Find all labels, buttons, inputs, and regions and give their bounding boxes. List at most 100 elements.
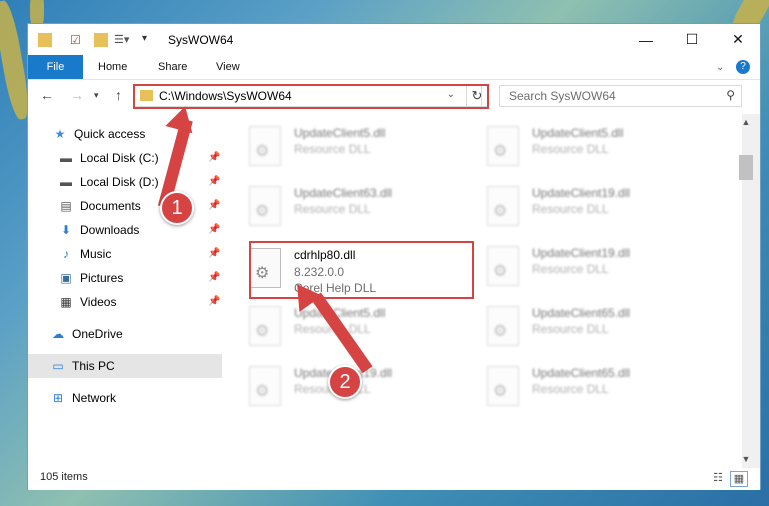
scroll-up-icon[interactable]: ▲ — [739, 117, 753, 127]
file-item[interactable]: ⚙ UpdateClient65.dll Resource DLL — [482, 360, 712, 416]
nav-label: Music — [80, 247, 112, 261]
nav-label: Pictures — [80, 271, 124, 285]
window-title: SysWOW64 — [168, 33, 234, 47]
video-icon: ▦ — [60, 295, 72, 309]
file-item[interactable]: ⚙ UpdateClient65.dll Resource DLL — [482, 300, 712, 356]
picture-icon: ▣ — [60, 271, 72, 285]
nav-label: Downloads — [80, 223, 140, 237]
nav-label: Network — [72, 391, 117, 405]
file-item[interactable]: ⚙ UpdateClient5.dll Resource DLL — [244, 120, 474, 176]
nav-label: Videos — [80, 295, 117, 309]
step-badge-1: 1 — [160, 191, 194, 225]
nav-label: Documents — [80, 199, 141, 213]
address-row: ← → ▾ ↑ C:\Windows\SysWOW64 ⌄ ↻ Search S… — [28, 79, 760, 114]
pin-icon[interactable]: 📌 — [208, 248, 220, 259]
dll-file-icon: ⚙ — [249, 186, 281, 226]
file-name: UpdateClient19.dll — [532, 246, 631, 260]
forward-button[interactable]: → — [70, 87, 84, 103]
nav-music[interactable]: ♪ Music — [58, 243, 111, 265]
explorer-window: ☑ ☰▾ ▾ SysWOW64 — ☐ ✕ File Home Share Vi… — [27, 23, 761, 490]
address-highlight — [133, 84, 489, 109]
tab-home[interactable]: Home — [98, 55, 127, 79]
pin-icon[interactable]: 📌 — [208, 200, 220, 211]
nav-downloads[interactable]: ⬇ Downloads — [58, 219, 139, 241]
file-name: UpdateClient65.dll — [532, 366, 631, 380]
properties-icon[interactable]: ☑ — [70, 33, 81, 47]
file-item[interactable]: ⚙ UpdateClient19.dll Resource DLL — [482, 240, 712, 296]
nav-label: OneDrive — [72, 327, 123, 341]
nav-this-pc[interactable]: ▭ This PC — [50, 355, 115, 377]
pin-icon[interactable]: 📌 — [208, 272, 220, 283]
drive-icon: ▬ — [60, 151, 72, 165]
search-icon: ⚲ — [726, 88, 735, 102]
document-icon: ▤ — [60, 199, 72, 213]
ribbon-tabs: File Home Share View ⌄ ? — [28, 55, 760, 80]
navigation-pane: ★ Quick access ▬ Local Disk (C:) 📌 ▬ Loc… — [28, 114, 222, 468]
customize-qat-icon[interactable]: ☰▾ — [114, 33, 129, 47]
file-name: UpdateClient5.dll — [532, 126, 624, 140]
qat-dropdown-icon[interactable]: ▾ — [142, 33, 147, 47]
file-description: Resource DLL — [532, 142, 609, 156]
dll-file-icon: ⚙ — [249, 366, 281, 406]
back-button[interactable]: ← — [40, 87, 54, 103]
file-item[interactable]: ⚙ UpdateClient63.dll Resource DLL — [244, 180, 474, 236]
dll-file-icon: ⚙ — [249, 126, 281, 166]
nav-local-disk-d[interactable]: ▬ Local Disk (D:) — [58, 171, 159, 193]
star-icon: ★ — [54, 127, 66, 141]
item-count: 105 items — [40, 471, 88, 483]
pin-icon[interactable]: 📌 — [208, 296, 220, 307]
tiles-view-icon[interactable]: ▦ — [730, 471, 748, 487]
nav-network[interactable]: ⊞ Network — [50, 387, 116, 409]
dll-file-icon: ⚙ — [487, 126, 519, 166]
nav-label: Local Disk (C:) — [80, 151, 159, 165]
computer-icon: ▭ — [52, 359, 64, 373]
minimize-button[interactable]: — — [623, 24, 669, 55]
nav-onedrive[interactable]: ☁ OneDrive — [50, 323, 123, 345]
nav-documents[interactable]: ▤ Documents — [58, 195, 141, 217]
file-item[interactable]: ⚙ UpdateClient5.dll Resource DLL — [482, 120, 712, 176]
nav-quick-access[interactable]: ★ Quick access — [52, 123, 146, 145]
file-highlight — [249, 241, 474, 299]
file-item[interactable]: ⚙ UpdateClient19.dll Resource DLL — [482, 180, 712, 236]
status-bar: 105 items ☷ ▦ — [28, 468, 760, 490]
tab-view[interactable]: View — [216, 55, 240, 79]
pin-icon[interactable]: 📌 — [208, 176, 220, 187]
file-description: Resource DLL — [532, 322, 609, 336]
pin-icon[interactable]: 📌 — [208, 224, 220, 235]
file-description: Resource DLL — [294, 142, 371, 156]
help-icon[interactable]: ? — [736, 55, 750, 79]
up-button[interactable]: ↑ — [115, 87, 122, 103]
file-description: Resource DLL — [294, 202, 371, 216]
file-name: UpdateClient19.dll — [532, 186, 631, 200]
search-input[interactable]: Search SysWOW64 ⚲ — [499, 85, 742, 107]
file-description: Resource DLL — [532, 382, 609, 396]
file-description: Resource DLL — [532, 202, 609, 216]
nav-pictures[interactable]: ▣ Pictures — [58, 267, 123, 289]
scroll-down-icon[interactable]: ▼ — [739, 454, 753, 464]
folder-icon — [38, 33, 52, 47]
nav-label: This PC — [72, 359, 115, 373]
tab-file[interactable]: File — [28, 55, 83, 79]
expand-ribbon-icon[interactable]: ⌄ — [716, 55, 724, 79]
close-button[interactable]: ✕ — [715, 24, 761, 55]
download-icon: ⬇ — [60, 223, 72, 237]
nav-label: Quick access — [74, 127, 146, 141]
nav-label: Local Disk (D:) — [80, 175, 159, 189]
details-view-icon[interactable]: ☷ — [710, 471, 726, 485]
nav-videos[interactable]: ▦ Videos — [58, 291, 116, 313]
dll-file-icon: ⚙ — [487, 306, 519, 346]
file-description: Resource DLL — [532, 262, 609, 276]
network-icon: ⊞ — [52, 391, 64, 405]
file-name: UpdateClient5.dll — [294, 306, 386, 320]
nav-local-disk-c[interactable]: ▬ Local Disk (C:) — [58, 147, 159, 169]
scrollbar-thumb[interactable] — [739, 155, 753, 180]
maximize-button[interactable]: ☐ — [669, 24, 715, 55]
file-name: UpdateClient65.dll — [532, 306, 631, 320]
tab-share[interactable]: Share — [158, 55, 187, 79]
recent-locations-icon[interactable]: ▾ — [94, 90, 99, 101]
file-name: UpdateClient5.dll — [294, 126, 386, 140]
step-badge-2: 2 — [328, 365, 362, 399]
dll-file-icon: ⚙ — [487, 246, 519, 286]
pin-icon[interactable]: 📌 — [208, 152, 220, 163]
new-folder-icon[interactable] — [94, 33, 108, 47]
